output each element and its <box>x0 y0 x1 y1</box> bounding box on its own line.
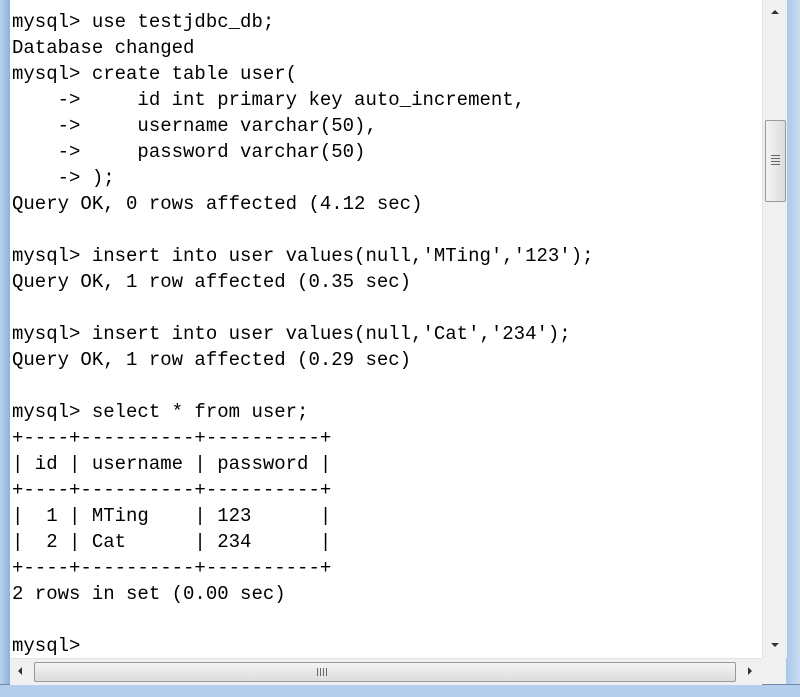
console-line: +----+----------+----------+ <box>12 557 332 579</box>
console-line: mysql> insert into user values(null,'MTi… <box>12 245 594 267</box>
arrow-down-icon[interactable] <box>771 643 779 647</box>
console-line: | 2 | Cat | 234 | <box>12 531 332 553</box>
console-line: mysql> use testjdbc_db; <box>12 11 275 33</box>
horizontal-scroll-thumb[interactable] <box>34 662 736 682</box>
console-line: 2 rows in set (0.00 sec) <box>12 583 286 605</box>
console-line: -> id int primary key auto_increment, <box>12 89 526 111</box>
console-lines: mysql> use testjdbc_db; Database changed m… <box>12 9 594 658</box>
console-line: | 1 | MTing | 123 | <box>12 505 332 527</box>
resize-grip[interactable] <box>762 658 786 684</box>
console-line: mysql> select * from user; <box>12 401 309 423</box>
arrow-right-icon[interactable] <box>748 667 752 675</box>
console-line: mysql> insert into user values(null,'Cat… <box>12 323 571 345</box>
console-output[interactable]: mysql> use testjdbc_db; Database changed m… <box>10 0 762 658</box>
window-frame-bottom <box>0 684 800 697</box>
arrow-left-icon[interactable] <box>18 667 22 675</box>
console-line: Query OK, 1 row affected (0.35 sec) <box>12 271 412 293</box>
console-line: -> password varchar(50) <box>12 141 366 163</box>
console-line: Query OK, 1 row affected (0.29 sec) <box>12 349 412 371</box>
console-line: -> username varchar(50), <box>12 115 377 137</box>
console-line: -> ); <box>12 167 115 189</box>
horizontal-scrollbar[interactable] <box>10 658 762 685</box>
console-line: mysql> <box>12 635 81 657</box>
console-line: | id | username | password | <box>12 453 332 475</box>
console-line: Query OK, 0 rows affected (4.12 sec) <box>12 193 423 215</box>
window-frame-right <box>786 0 800 696</box>
console-line: +----+----------+----------+ <box>12 479 332 501</box>
window-frame-left <box>0 0 10 696</box>
console-line: +----+----------+----------+ <box>12 427 332 449</box>
vertical-scrollbar[interactable] <box>762 0 787 658</box>
vertical-scroll-thumb[interactable] <box>765 120 786 202</box>
console-line: Database changed <box>12 37 195 59</box>
arrow-up-icon[interactable] <box>771 10 779 14</box>
console-line: mysql> create table user( <box>12 63 298 85</box>
